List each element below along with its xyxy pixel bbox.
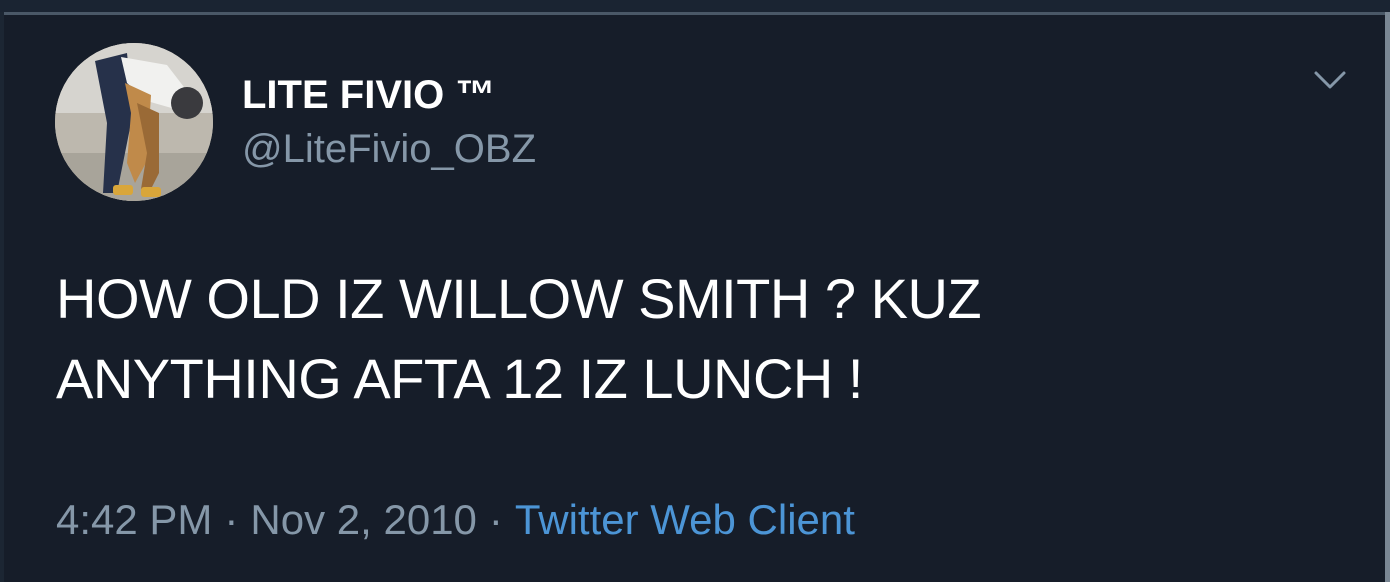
meta-separator: · bbox=[224, 496, 239, 543]
avatar[interactable] bbox=[55, 43, 213, 201]
tweet-time[interactable]: 4:42 PM bbox=[56, 496, 212, 543]
top-bar bbox=[0, 0, 1390, 12]
tweet-card[interactable]: LITE FIVIO ™ @LiteFivio_OBZ HOW OLD IZ W… bbox=[4, 15, 1385, 582]
tweet-date[interactable]: Nov 2, 2010 bbox=[250, 496, 477, 543]
avatar-image bbox=[55, 43, 213, 201]
tweet-meta: 4:42 PM · Nov 2, 2010 · Twitter Web Client bbox=[56, 493, 855, 547]
user-handle[interactable]: @LiteFivio_OBZ bbox=[242, 125, 536, 173]
chevron-down-icon[interactable] bbox=[1310, 65, 1350, 95]
right-divider bbox=[1385, 12, 1390, 582]
display-name[interactable]: LITE FIVIO ™ bbox=[242, 71, 495, 119]
meta-separator: · bbox=[488, 496, 503, 543]
tweet-source-link[interactable]: Twitter Web Client bbox=[515, 496, 855, 543]
tweet-text: HOW OLD IZ WILLOW SMITH ? KUZ ANYTHING A… bbox=[56, 267, 982, 410]
